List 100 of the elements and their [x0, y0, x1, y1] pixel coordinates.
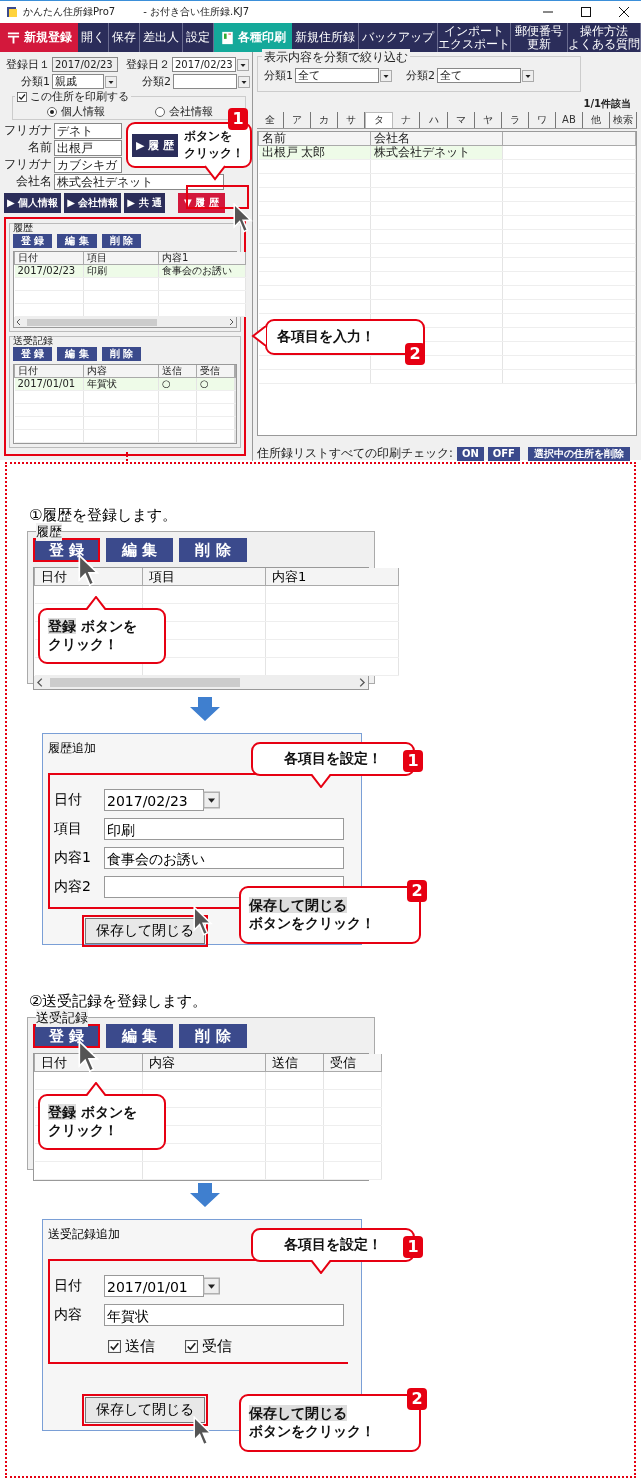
- text-field[interactable]: カブシキガ: [54, 156, 122, 173]
- callout-text: 保存して閉じる: [249, 897, 348, 915]
- column-header[interactable]: 日付: [14, 252, 84, 265]
- column-header[interactable]: 送信: [158, 365, 197, 378]
- section-tab[interactable]: ▶ 会社情報: [64, 193, 122, 213]
- field-label: フリガナ: [4, 156, 52, 173]
- dialog-title: 送受記録追加: [48, 1226, 121, 1243]
- step-heading: ①履歴を登録します。: [29, 506, 179, 525]
- radio-button[interactable]: [155, 106, 165, 117]
- toolbar-button[interactable]: 編 集: [106, 1024, 174, 1048]
- column-header[interactable]: 受信: [196, 365, 235, 378]
- toolbar-button[interactable]: 差出人: [140, 23, 183, 52]
- save-and-close-button[interactable]: 保存して閉じる: [85, 918, 205, 944]
- category-field[interactable]: 全て: [295, 68, 379, 83]
- highlight-frame: [186, 185, 249, 209]
- column-header[interactable]: 受信: [323, 1054, 382, 1072]
- checkbox-label: この住所を印刷する: [30, 89, 129, 104]
- file-name: - お付き合い住所録.KJ7: [143, 5, 250, 19]
- toolbar-button[interactable]: 設定: [183, 23, 214, 52]
- field-label: 登録日２: [125, 57, 170, 72]
- radio-label: 会社情報: [169, 104, 213, 119]
- step-number-badge: 2: [407, 1388, 427, 1410]
- callout-text: ボタンをクリック！: [249, 1423, 375, 1441]
- date-field[interactable]: 2017/02/23: [172, 57, 236, 72]
- callout-text: 保存して閉じる: [249, 1405, 348, 1423]
- toolbar-button[interactable]: 選択中の住所を削除: [527, 446, 630, 461]
- toolbar-button[interactable]: バックアップ: [359, 23, 438, 52]
- toolbar-button[interactable]: 削 除: [101, 234, 142, 248]
- group-title: 履歴: [36, 523, 62, 541]
- column-header[interactable]: 日付: [14, 365, 84, 378]
- radio-label: 個人情報: [61, 104, 105, 119]
- toolbar-button[interactable]: 登 録: [13, 347, 53, 361]
- column-header[interactable]: 内容: [83, 365, 159, 378]
- section-tab[interactable]: ▶ 共 通: [124, 193, 165, 213]
- callout-text: 各項目を設定！: [284, 1236, 382, 1254]
- horizontal-scrollbar[interactable]: [14, 317, 236, 327]
- field-label: 内容2: [54, 877, 92, 896]
- column-header[interactable]: 名前: [258, 131, 371, 146]
- step-number-badge: 2: [405, 343, 425, 365]
- category-field[interactable]: [173, 74, 237, 89]
- index-tab[interactable]: タ: [365, 111, 394, 128]
- column-header[interactable]: 内容: [142, 1054, 266, 1072]
- toolbar-button[interactable]: 保存: [109, 23, 140, 52]
- date-field[interactable]: 2017/02/23: [52, 57, 118, 72]
- date-field[interactable]: 2017/02/23: [104, 788, 204, 811]
- toolbar-button[interactable]: 操作方法 よくある質問: [568, 23, 641, 52]
- toolbar-button[interactable]: 編 集: [57, 347, 97, 361]
- column-header[interactable]: 内容1: [158, 252, 246, 265]
- checkbox[interactable]: [108, 1340, 121, 1353]
- toolbar-button[interactable]: 登 録: [13, 234, 53, 248]
- column-header[interactable]: 送信: [265, 1054, 324, 1072]
- column-header[interactable]: 項目: [83, 252, 159, 265]
- toolbar-button[interactable]: 削 除: [179, 1024, 247, 1048]
- field-label: 分類1: [264, 68, 293, 83]
- group-title: 表示内容を分類で絞り込む: [262, 49, 410, 66]
- field-label: 登録日１: [5, 57, 50, 72]
- callout-text: 各項目を設定！: [284, 750, 382, 768]
- save-and-close-button[interactable]: 保存して閉じる: [85, 1397, 205, 1423]
- text-field[interactable]: 年賀状: [104, 1303, 344, 1326]
- group-title: 送受記録: [13, 334, 53, 348]
- toolbar-button[interactable]: 削 除: [101, 347, 142, 361]
- toolbar-button[interactable]: 開く: [78, 23, 109, 52]
- section-tab[interactable]: ▶ 個人情報: [4, 193, 62, 213]
- text-field[interactable]: 食事会のお誘い: [104, 846, 344, 869]
- toolbar-button[interactable]: 編 集: [57, 234, 97, 248]
- radio-button[interactable]: [47, 106, 57, 117]
- callout-text: クリック！: [48, 636, 119, 654]
- maximize-icon[interactable]: [581, 7, 591, 17]
- close-icon[interactable]: [619, 7, 629, 17]
- category-field[interactable]: 親戚: [52, 74, 104, 89]
- toolbar-button[interactable]: インポート エクスポート: [438, 23, 511, 52]
- checkbox[interactable]: [17, 91, 27, 102]
- column-header[interactable]: 項目: [142, 568, 266, 586]
- text-field[interactable]: 印刷: [104, 817, 344, 840]
- text-field[interactable]: 出根戸: [54, 139, 122, 156]
- field-label: 分類1: [20, 74, 50, 89]
- date-field[interactable]: 2017/01/01: [104, 1274, 204, 1297]
- document-icon: [220, 30, 234, 45]
- result-count: 1/1件該当: [582, 96, 632, 111]
- checkbox[interactable]: [185, 1340, 198, 1353]
- index-tab[interactable]: 検索: [610, 111, 638, 128]
- toolbar-button[interactable]: ON: [456, 446, 484, 461]
- app-icon: [6, 6, 18, 18]
- step-number-badge: 2: [407, 880, 427, 902]
- print-check-label: 住所録リストすべての印刷チェック:: [257, 446, 453, 461]
- down-arrow-icon: [190, 697, 220, 721]
- field-label: 会社名: [15, 173, 52, 190]
- field-label: 内容: [54, 1305, 83, 1324]
- new-entry-button[interactable]: 新規登録: [0, 23, 78, 52]
- toolbar-button[interactable]: 削 除: [179, 538, 247, 562]
- toolbar-button[interactable]: 編 集: [106, 538, 174, 562]
- toolbar-button[interactable]: OFF: [487, 446, 520, 461]
- category-field[interactable]: 全て: [437, 68, 521, 83]
- text-field[interactable]: デネト: [54, 122, 122, 139]
- callout-text: クリック！: [48, 1122, 119, 1140]
- field-label: 分類2: [406, 68, 435, 83]
- horizontal-scrollbar[interactable]: [34, 676, 368, 689]
- column-header[interactable]: 会社名: [370, 131, 503, 146]
- column-header[interactable]: 内容1: [265, 568, 399, 586]
- callout-text: クリック！: [184, 145, 245, 162]
